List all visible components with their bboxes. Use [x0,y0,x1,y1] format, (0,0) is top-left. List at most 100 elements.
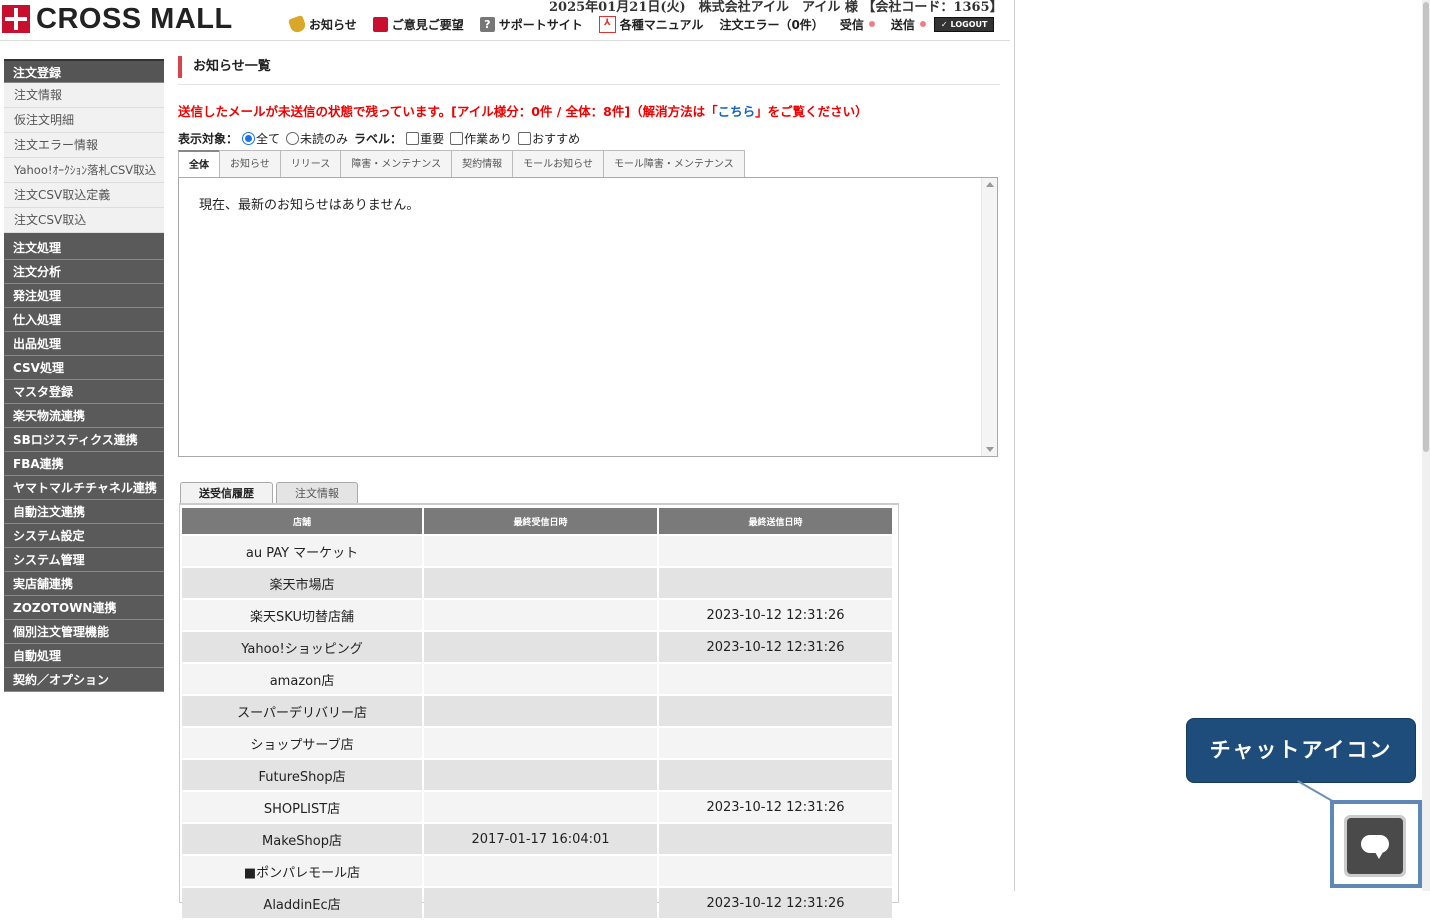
manual-label: 各種マニュアル [619,17,704,32]
last-sent: 2023-10-12 12:31:26 [659,632,892,664]
shop-name: ショップサーブ店 [182,728,423,760]
send-status[interactable]: 送信 [891,16,926,33]
sidebar-menu[interactable]: 自動処理 [4,644,164,668]
sidebar-menu[interactable]: ヤマトマルチチャネル連携 [4,476,164,500]
tab-mall-maintenance[interactable]: モール障害・メンテナンス [602,150,745,177]
sidebar: 注文登録 注文情報 仮注文明細 注文エラー情報 Yahoo!ｵｰｸｼｮﾝ落札CS… [4,59,164,692]
last-received [424,888,658,920]
table-row: ショップサーブ店 [182,728,892,760]
header-nav: お知らせ ご意見ご要望 ? サポートサイト ⅄ 各種マニュアル 注文エラー（0件… [287,14,995,34]
radio-unread-label: 未読のみ [300,132,349,146]
table-row: amazon店 [182,664,892,696]
tab-send-receive-history[interactable]: 送受信履歴 [180,482,273,504]
sidebar-menu[interactable]: システム管理 [4,548,164,572]
tab-maintenance[interactable]: 障害・メンテナンス [340,150,453,177]
shop-name: SHOPLIST店 [182,792,423,824]
last-sent [659,696,892,728]
last-received [424,600,658,632]
sidebar-menu[interactable]: 個別注文管理機能 [4,620,164,644]
radio-icon[interactable] [242,132,256,145]
sidebar-menu[interactable]: 契約／オプション [4,668,164,692]
sidebar-item-order-info[interactable]: 注文情報 [4,83,164,108]
last-received [424,632,658,664]
radio-all-label: 全て [256,132,281,146]
checkbox-icon[interactable] [518,132,532,145]
notice-label: お知らせ [309,17,357,32]
col-last-received: 最終受信日時 [424,508,658,536]
shop-table: 店舗 最終受信日時 最終送信日時 au PAY マーケット 楽天市場店 楽天SK… [180,508,894,920]
sidebar-menu[interactable]: 発注処理 [4,284,164,308]
table-row: AladdinEc店 2023-10-12 12:31:26 [182,888,892,920]
sidebar-menu[interactable]: マスタ登録 [4,380,164,404]
sidebar-menu[interactable]: 実店舗連携 [4,572,164,596]
order-error-link[interactable]: 注文エラー（0件） [719,16,823,33]
support-link[interactable]: ? サポートサイト [479,16,583,33]
radio-unread[interactable]: 未読のみ [286,130,348,147]
sidebar-menu[interactable]: 自動注文連携 [4,500,164,524]
feedback-label: ご意見ご要望 [391,17,464,32]
checkbox-action[interactable]: 作業あり [450,130,512,147]
table-row: 楽天市場店 [182,568,892,600]
sidebar-menu[interactable]: 仕入処理 [4,308,164,332]
sidebar-menu[interactable]: 注文分析 [4,260,164,284]
receive-status[interactable]: 受信 [840,16,875,33]
sidebar-menu[interactable]: SBロジスティクス連携 [4,428,164,452]
chat-bubble-icon [1361,835,1389,859]
manual-link[interactable]: ⅄ 各種マニュアル [598,15,704,33]
sidebar-item-order-csv-import[interactable]: 注文CSV取込 [4,208,164,233]
sidebar-item-yahoo-auction-csv[interactable]: Yahoo!ｵｰｸｼｮﾝ落札CSV取込 [4,158,164,183]
sidebar-menu[interactable]: 注文処理 [4,236,164,260]
order-error-label: 注文エラー（0件） [719,17,824,32]
sidebar-menu[interactable]: 楽天物流連携 [4,404,164,428]
tab-notice[interactable]: お知らせ [219,150,281,177]
table-row: ■ポンパレモール店 [182,856,892,888]
checkbox-icon[interactable] [406,132,420,145]
company-info: 2025年01月21日(火) 株式会社アイル アイル 様 【会社コード：1365… [549,0,1003,15]
sidebar-item-provisional-order[interactable]: 仮注文明細 [4,108,164,133]
scroll-up-icon[interactable] [986,182,994,187]
sidebar-menu[interactable]: システム設定 [4,524,164,548]
sidebar-menu[interactable]: 出品処理 [4,332,164,356]
feedback-link[interactable]: ご意見ご要望 [372,16,464,33]
radio-all[interactable]: 全て [242,130,280,147]
page-scrollbar-thumb[interactable] [1423,2,1429,452]
shop-table-container: 店舗 最終受信日時 最終送信日時 au PAY マーケット 楽天市場店 楽天SK… [179,503,899,920]
send-label: 送信 [890,17,915,32]
chat-button-inner[interactable] [1347,818,1403,874]
notice-scrollbar[interactable] [981,178,997,456]
last-sent [659,856,892,888]
page-scrollbar[interactable] [1422,0,1430,891]
logo[interactable]: CROSS MALL [2,3,233,35]
header-divider [0,40,1010,41]
sidebar-head-order-register[interactable]: 注文登録 [4,59,164,83]
sidebar-item-order-csv-def[interactable]: 注文CSV取込定義 [4,183,164,208]
checkbox-recommended-label: おすすめ [532,132,581,146]
alert-link[interactable]: こちら [718,104,756,119]
radio-icon[interactable] [286,132,300,145]
check-icon: ✓ [940,19,948,29]
tab-mall-notice[interactable]: モールお知らせ [512,150,604,177]
notice-list-box[interactable]: 現在、最新のお知らせはありません。 [178,177,998,457]
scroll-down-icon[interactable] [986,447,994,452]
checkbox-important[interactable]: 重要 [406,130,444,147]
question-icon: ? [479,16,495,32]
checkbox-recommended[interactable]: おすすめ [518,130,580,147]
history-tabs: 送受信履歴 注文情報 [180,482,361,504]
sidebar-menu[interactable]: FBA連携 [4,452,164,476]
shop-name: Yahoo!ショッピング [182,632,423,664]
label-label: ラベル： [354,132,403,146]
sidebar-menu[interactable]: CSV処理 [4,356,164,380]
shop-name: amazon店 [182,664,423,696]
tab-contract[interactable]: 契約情報 [451,150,514,177]
sidebar-item-order-error[interactable]: 注文エラー情報 [4,133,164,158]
tab-all[interactable]: 全体 [178,150,220,177]
last-received [424,664,658,696]
sidebar-menu[interactable]: ZOZOTOWN連携 [4,596,164,620]
logout-button[interactable]: ✓ LOGOUT [933,16,995,32]
chat-button[interactable] [1344,815,1406,877]
main-content: お知らせ一覧 送信したメールが未送信の状態で残っています。[アイル様分：0件 /… [178,56,1000,457]
tab-order-info[interactable]: 注文情報 [276,482,358,504]
tab-release[interactable]: リリース [279,150,342,177]
checkbox-icon[interactable] [450,132,464,145]
notice-link[interactable]: お知らせ [287,14,357,34]
